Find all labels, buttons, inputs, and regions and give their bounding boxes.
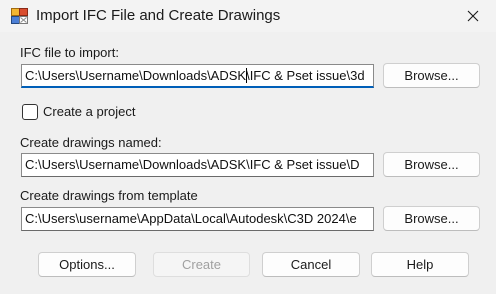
close-icon xyxy=(467,10,479,22)
drawings-named-value: C:\Users\Username\Downloads\ADSK\IFC & P… xyxy=(25,157,360,172)
cancel-button[interactable]: Cancel xyxy=(262,252,360,277)
template-browse-button[interactable]: Browse... xyxy=(383,206,480,231)
template-value: C:\Users\username\AppData\Local\Autodesk… xyxy=(25,211,357,226)
ifc-file-value-start: C:\Users\Username\Downloads\ADSK xyxy=(25,68,247,83)
create-project-checkbox[interactable] xyxy=(22,104,38,120)
help-button[interactable]: Help xyxy=(371,252,469,277)
create-project-checkbox-row[interactable]: Create a project xyxy=(22,103,136,121)
drawings-named-input[interactable]: C:\Users\Username\Downloads\ADSK\IFC & P… xyxy=(21,153,374,177)
close-button[interactable] xyxy=(450,0,496,32)
ifc-file-browse-button[interactable]: Browse... xyxy=(383,63,480,88)
title-bar: Import IFC File and Create Drawings xyxy=(0,0,496,32)
ifc-file-value-end: \IFC & Pset issue\3d xyxy=(246,68,365,83)
ifc-import-app-icon xyxy=(11,8,28,24)
drawings-named-label: Create drawings named: xyxy=(20,135,162,150)
template-input[interactable]: C:\Users\username\AppData\Local\Autodesk… xyxy=(21,207,374,231)
drawings-named-browse-button[interactable]: Browse... xyxy=(383,152,480,177)
create-project-label[interactable]: Create a project xyxy=(43,104,136,120)
create-button[interactable]: Create xyxy=(153,252,250,277)
template-label: Create drawings from template xyxy=(20,188,198,203)
ifc-file-label: IFC file to import: xyxy=(20,45,119,60)
options-button[interactable]: Options... xyxy=(38,252,136,277)
ifc-file-input[interactable]: C:\Users\Username\Downloads\ADSK\IFC & P… xyxy=(21,64,374,88)
window-title: Import IFC File and Create Drawings xyxy=(36,7,281,24)
